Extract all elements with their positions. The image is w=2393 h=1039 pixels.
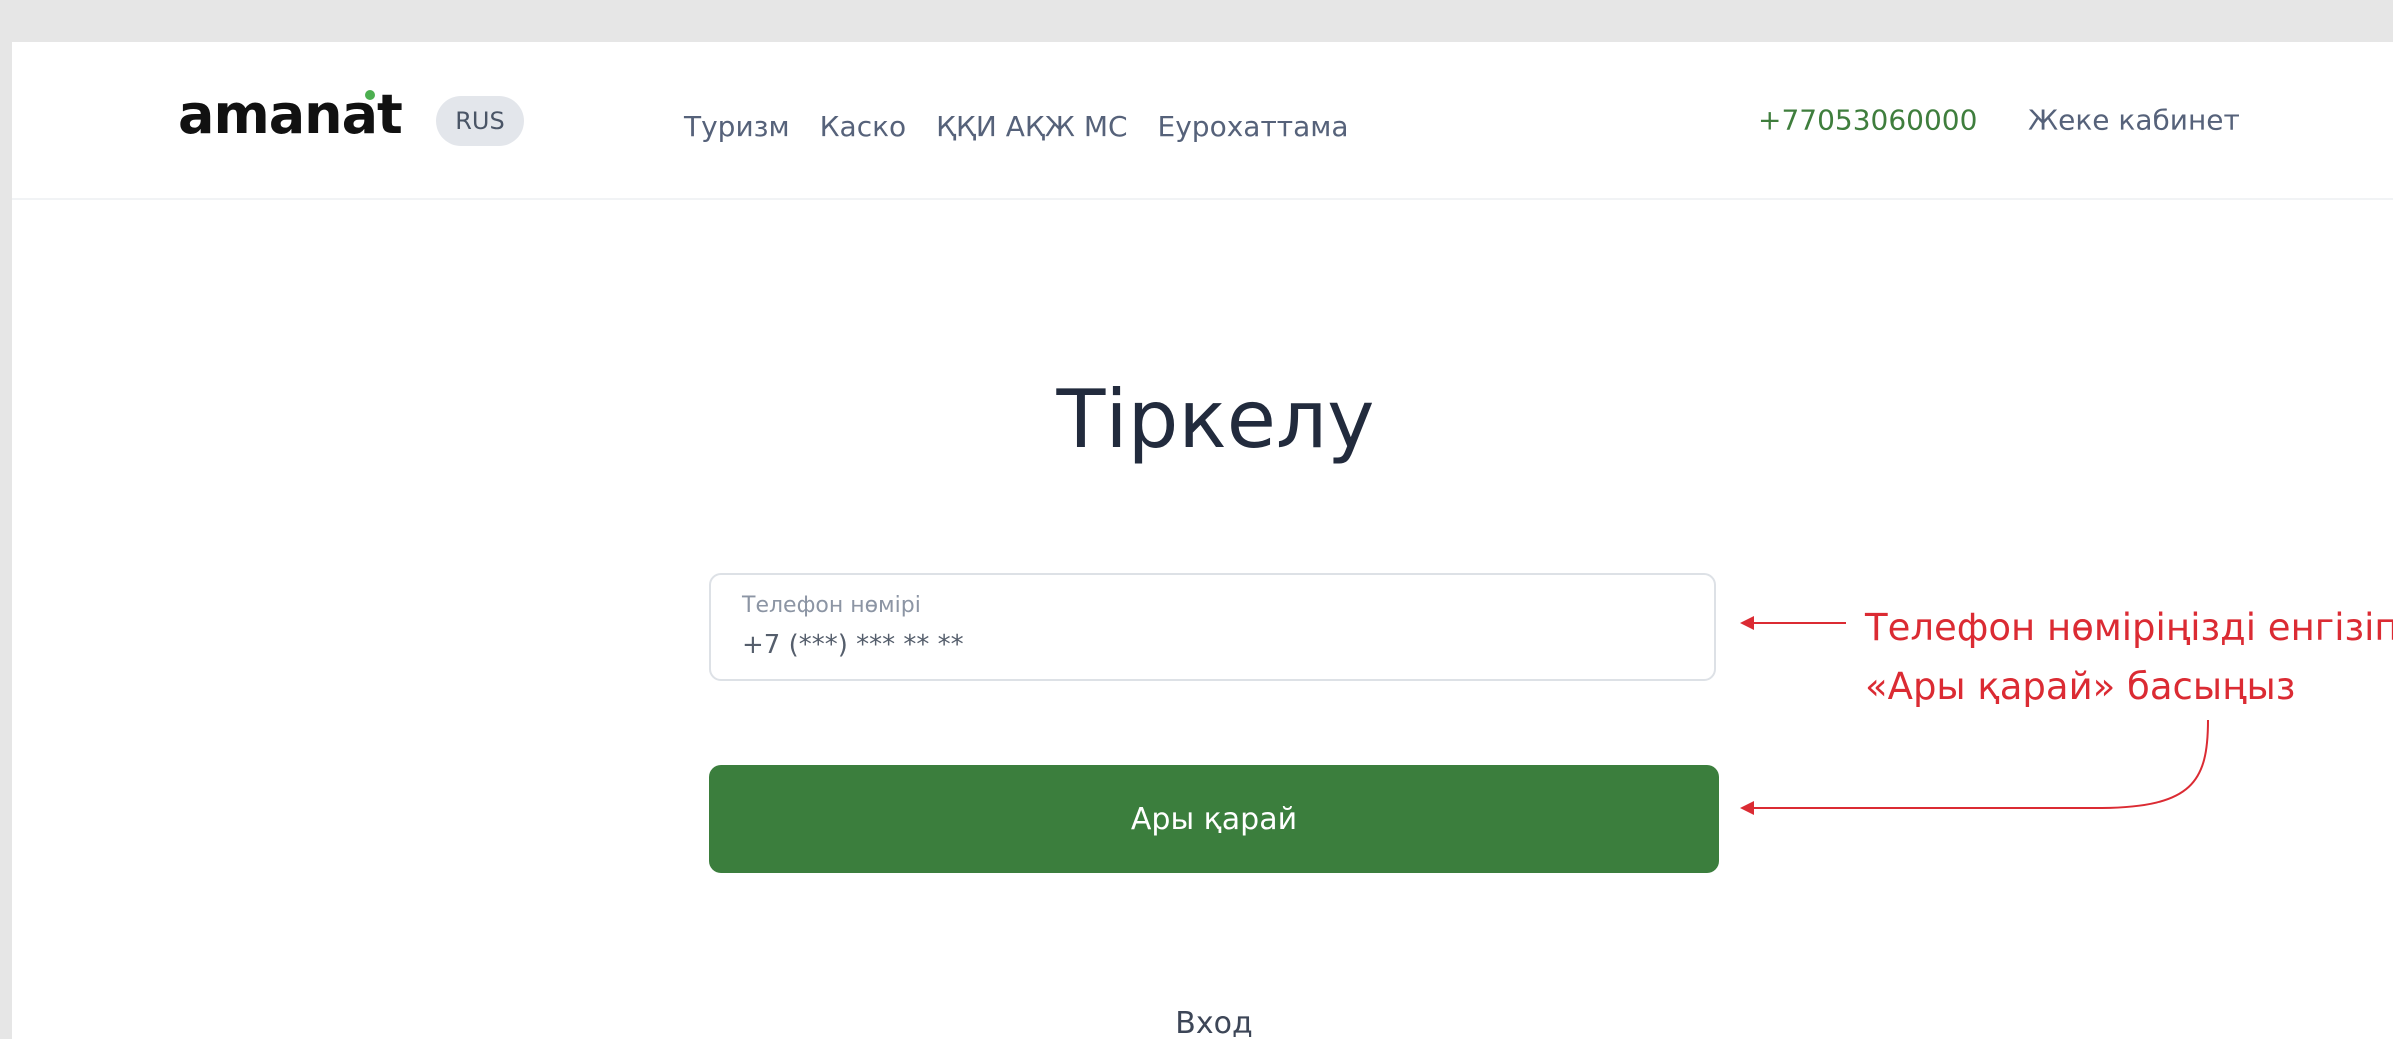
next-button[interactable]: Ары қарай <box>709 765 1719 873</box>
nav-item-europrotocol[interactable]: Еурохаттама <box>1158 110 1349 150</box>
personal-cabinet-link[interactable]: Жеке кабинет <box>2028 104 2240 137</box>
page-title: Тіркелу <box>1056 373 1375 466</box>
phone-input[interactable] <box>742 625 1682 665</box>
login-link[interactable]: Вход <box>709 1006 1719 1039</box>
nav-item-ogpo[interactable]: ҚҚИ АҚЖ МС <box>936 110 1127 150</box>
phone-field-label: Телефон нөмірі <box>742 593 921 618</box>
nav-item-casco[interactable]: Каско <box>820 110 906 150</box>
site-header: amanat RUS Туризм Каско ҚҚИ АҚЖ МС Еурох… <box>12 42 2393 200</box>
nav-item-tourism[interactable]: Туризм <box>684 110 790 150</box>
main-nav: Туризм Каско ҚҚИ АҚЖ МС Еурохаттама <box>684 110 1349 150</box>
arrow-to-next-button-icon <box>1740 719 2209 815</box>
arrow-to-phone-field-icon <box>1740 616 1846 630</box>
annotation-text: Телефон нөміріңізді енгізіп, «Ары қарай»… <box>1865 598 2393 716</box>
logo-dot-icon <box>365 90 375 100</box>
annotation-line-2: «Ары қарай» басыңыз <box>1865 665 2296 708</box>
page-title-wrapper: Тіркелу <box>709 372 1722 468</box>
phone-field[interactable]: Телефон нөмірі <box>709 573 1716 681</box>
language-switch-button[interactable]: RUS <box>436 96 524 146</box>
phone-link[interactable]: +77053060000 <box>1758 104 1977 137</box>
annotation-line-1: Телефон нөміріңізді енгізіп, <box>1865 606 2393 649</box>
registration-page: amanat RUS Туризм Каско ҚҚИ АҚЖ МС Еурох… <box>12 42 2393 1039</box>
